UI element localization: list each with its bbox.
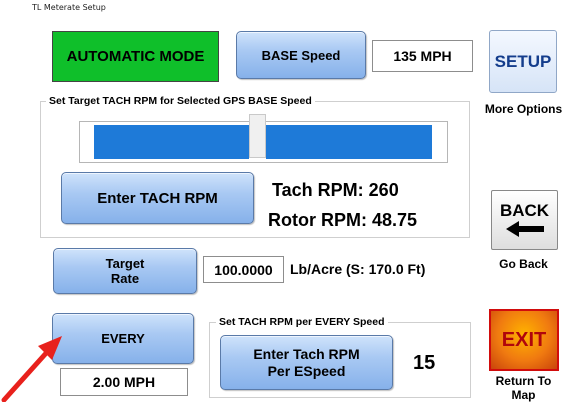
exit-button[interactable]: EXIT: [489, 309, 559, 371]
back-label: BACK: [499, 201, 550, 220]
enter-tach-rpm-per-espeed-button[interactable]: Enter Tach RPM Per ESpeed: [220, 335, 393, 390]
tach-rpm-slider[interactable]: [79, 114, 448, 163]
more-options-caption: More Options: [484, 102, 563, 116]
tach-rpm-readout: Tach RPM: 260: [272, 180, 399, 200]
automatic-mode-indicator[interactable]: AUTOMATIC MODE: [52, 31, 219, 82]
every-speed-value: 2.00 MPH: [60, 368, 188, 396]
espeed-group-label: Set TACH RPM per EVERY Speed: [216, 316, 388, 328]
enter-tach-rpm-button[interactable]: Enter TACH RPM: [61, 172, 254, 224]
setup-label: SETUP: [494, 51, 552, 71]
return-caption-line2: Map: [511, 388, 536, 402]
target-rate-button[interactable]: Target Rate: [53, 248, 197, 294]
target-rate-value[interactable]: 100.0000: [203, 256, 284, 283]
return-to-map-caption: Return To Map: [476, 374, 571, 402]
slider-fill-right: [266, 125, 432, 159]
go-back-caption: Go Back: [499, 257, 548, 271]
target-rate-label-line1: Target: [105, 256, 145, 271]
red-arrow-annotation: [1, 336, 62, 402]
target-rate-label-line2: Rate: [110, 271, 140, 286]
espeed-value: 15: [413, 352, 436, 374]
window-title: TL Meterate Setup: [32, 3, 106, 12]
exit-label: EXIT: [501, 328, 547, 351]
slider-thumb[interactable]: [249, 114, 266, 158]
slider-fill-left: [94, 125, 249, 159]
return-caption-line1: Return To: [495, 374, 552, 388]
every-button[interactable]: EVERY: [52, 313, 194, 364]
tach-rpm-group-label: Set Target TACH RPM for Selected GPS BAS…: [46, 95, 315, 107]
espeed-button-line1: Enter Tach RPM: [253, 345, 360, 362]
base-speed-value: 135 MPH: [372, 40, 473, 72]
target-rate-unit: Lb/Acre (S: 170.0 Ft): [290, 261, 426, 277]
setup-button[interactable]: SETUP: [489, 30, 557, 93]
base-speed-button[interactable]: BASE Speed: [236, 31, 366, 79]
back-button[interactable]: BACK: [491, 190, 558, 250]
espeed-button-line2: Per ESpeed: [267, 362, 346, 379]
rotor-rpm-readout: Rotor RPM: 48.75: [268, 210, 418, 230]
left-arrow-icon: [505, 221, 544, 237]
